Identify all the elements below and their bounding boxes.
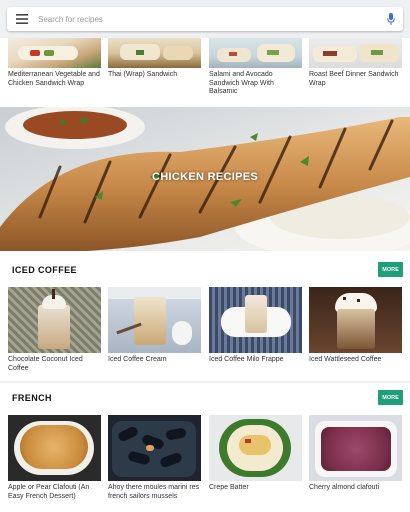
recipe-title: Iced Wattleseed Coffee — [309, 356, 382, 363]
more-button-iced-coffee[interactable]: MORE — [378, 262, 403, 277]
recipe-card[interactable]: Chocolate Coconut Iced Coffee — [8, 287, 101, 373]
recipe-thumbnail — [108, 287, 201, 353]
recipe-title: Thai (Wrap) Sandwich — [108, 71, 178, 78]
recipe-title: Mediterranean Vegetable and Chicken Sand… — [8, 71, 100, 87]
recipe-thumbnail — [209, 415, 302, 481]
recipe-card[interactable]: Crepe Batter — [209, 415, 302, 493]
recipe-card[interactable]: Mediterranean Vegetable and Chicken Sand… — [8, 38, 101, 88]
recipe-title: Ahoy there moules marini res french sail… — [108, 484, 200, 500]
recipe-thumbnail — [8, 415, 101, 481]
recipe-thumbnail — [8, 287, 101, 353]
recipe-card[interactable]: Iced Wattleseed Coffee — [309, 287, 402, 365]
recipe-title: Iced Coffee Cream — [108, 356, 167, 363]
recipe-thumbnail — [209, 38, 302, 68]
recipe-thumbnail — [309, 38, 402, 68]
recipe-title: Cherry almond clafouti — [309, 484, 380, 491]
recipe-card[interactable]: Apple or Pear Clafouti (An Easy French D… — [8, 415, 101, 501]
recipe-thumbnail — [108, 38, 201, 68]
recipe-title: Iced Coffee Milo Frappe — [209, 356, 284, 363]
section-title-iced-coffee: ICED COFFEE — [12, 265, 77, 275]
recipe-title: Chocolate Coconut Iced Coffee — [8, 356, 83, 372]
recipe-card[interactable]: Iced Coffee Milo Frappe — [209, 287, 302, 365]
recipe-title: Salami and Avocado Sandwich Wrap With Ba… — [209, 71, 274, 95]
more-button-french[interactable]: MORE — [378, 390, 403, 405]
recipe-card[interactable]: Thai (Wrap) Sandwich — [108, 38, 201, 80]
voice-search-button[interactable] — [379, 7, 403, 31]
search-input[interactable] — [37, 14, 379, 24]
section-title-french: FRENCH — [12, 393, 52, 403]
hero-title: CHICKEN RECIPES — [152, 171, 258, 183]
recipe-thumbnail — [108, 415, 201, 481]
search-bar — [7, 7, 403, 31]
menu-button[interactable] — [7, 7, 37, 31]
recipe-thumbnail — [209, 287, 302, 353]
mic-icon — [387, 13, 395, 25]
recipe-title: Crepe Batter — [209, 484, 249, 491]
menu-icon — [16, 14, 28, 24]
recipe-card[interactable]: Salami and Avocado Sandwich Wrap With Ba… — [209, 38, 302, 97]
recipe-title: Roast Beef Dinner Sandwich Wrap — [309, 71, 399, 87]
top-bar — [0, 0, 410, 38]
recipe-card[interactable]: Cherry almond clafouti — [309, 415, 402, 493]
recipe-card[interactable]: Roast Beef Dinner Sandwich Wrap — [309, 38, 402, 88]
recipe-card[interactable]: Iced Coffee Cream — [108, 287, 201, 365]
recipe-title: Apple or Pear Clafouti (An Easy French D… — [8, 484, 90, 500]
hero-banner[interactable]: CHICKEN RECIPES — [0, 107, 410, 251]
recipe-card[interactable]: Ahoy there moules marini res french sail… — [108, 415, 201, 501]
recipe-thumbnail — [309, 287, 402, 353]
recipe-thumbnail — [8, 38, 101, 68]
recipe-thumbnail — [309, 415, 402, 481]
section-divider — [0, 381, 410, 383]
